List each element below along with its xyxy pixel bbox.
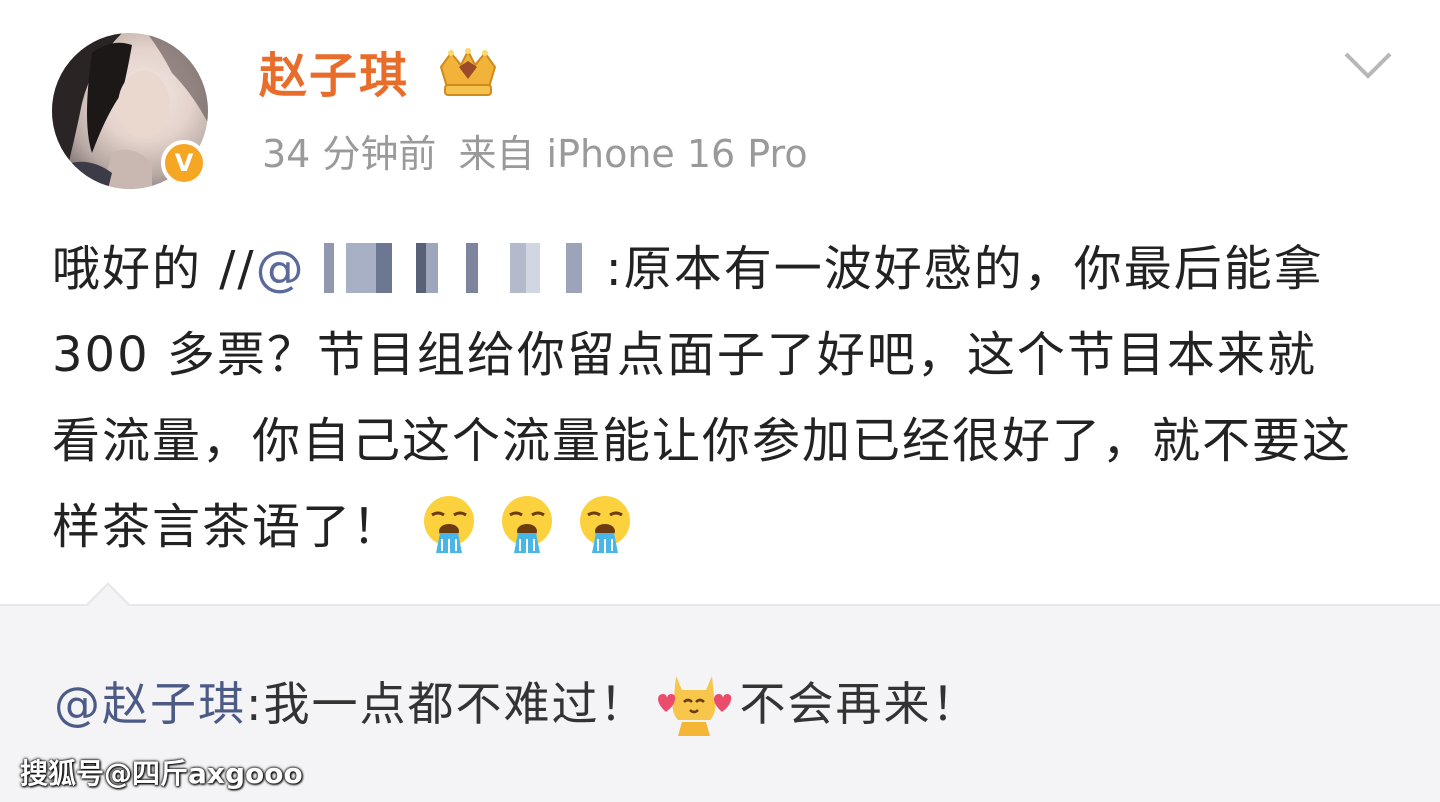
cat-heart-sticker-icon: [657, 676, 731, 736]
post-source: 来自 iPhone 16 Pro: [458, 132, 808, 176]
watermark: 搜狐号@四斤axgooo: [20, 757, 303, 790]
verified-badge-icon: V: [161, 140, 207, 186]
puke-emoji-icon: [580, 496, 631, 553]
reply-text-after: 不会再来！: [739, 677, 980, 731]
content-prefix: 哦好的 //: [52, 241, 256, 297]
blurred-mention: [305, 243, 606, 293]
chevron-down-icon[interactable]: [1340, 48, 1396, 84]
post-content: 哦好的 //@:原本有一波好感的，你最后能拿 300 多票？节目组给你留点面子了…: [52, 226, 1362, 570]
puke-emoji-icon: [424, 496, 475, 553]
mention-at[interactable]: @: [256, 241, 306, 297]
weibo-post: V 赵子琪 34 分钟前 来自 iPhone 16 Pro 哦好的 //@:原本有…: [0, 0, 1440, 604]
puke-emoji-icon: [502, 496, 553, 553]
reply-text-before: :我一点都不难过！: [246, 677, 648, 731]
crown-badge-icon: [439, 48, 497, 96]
reply-text: @赵子琪:我一点都不难过！ 不会再来！: [54, 666, 980, 740]
post-meta: 34 分钟前 来自 iPhone 16 Pro: [262, 130, 808, 178]
post-time: 34 分钟前: [262, 132, 437, 176]
username[interactable]: 赵子琪: [259, 46, 409, 106]
reply-mention[interactable]: @赵子琪: [54, 677, 246, 731]
